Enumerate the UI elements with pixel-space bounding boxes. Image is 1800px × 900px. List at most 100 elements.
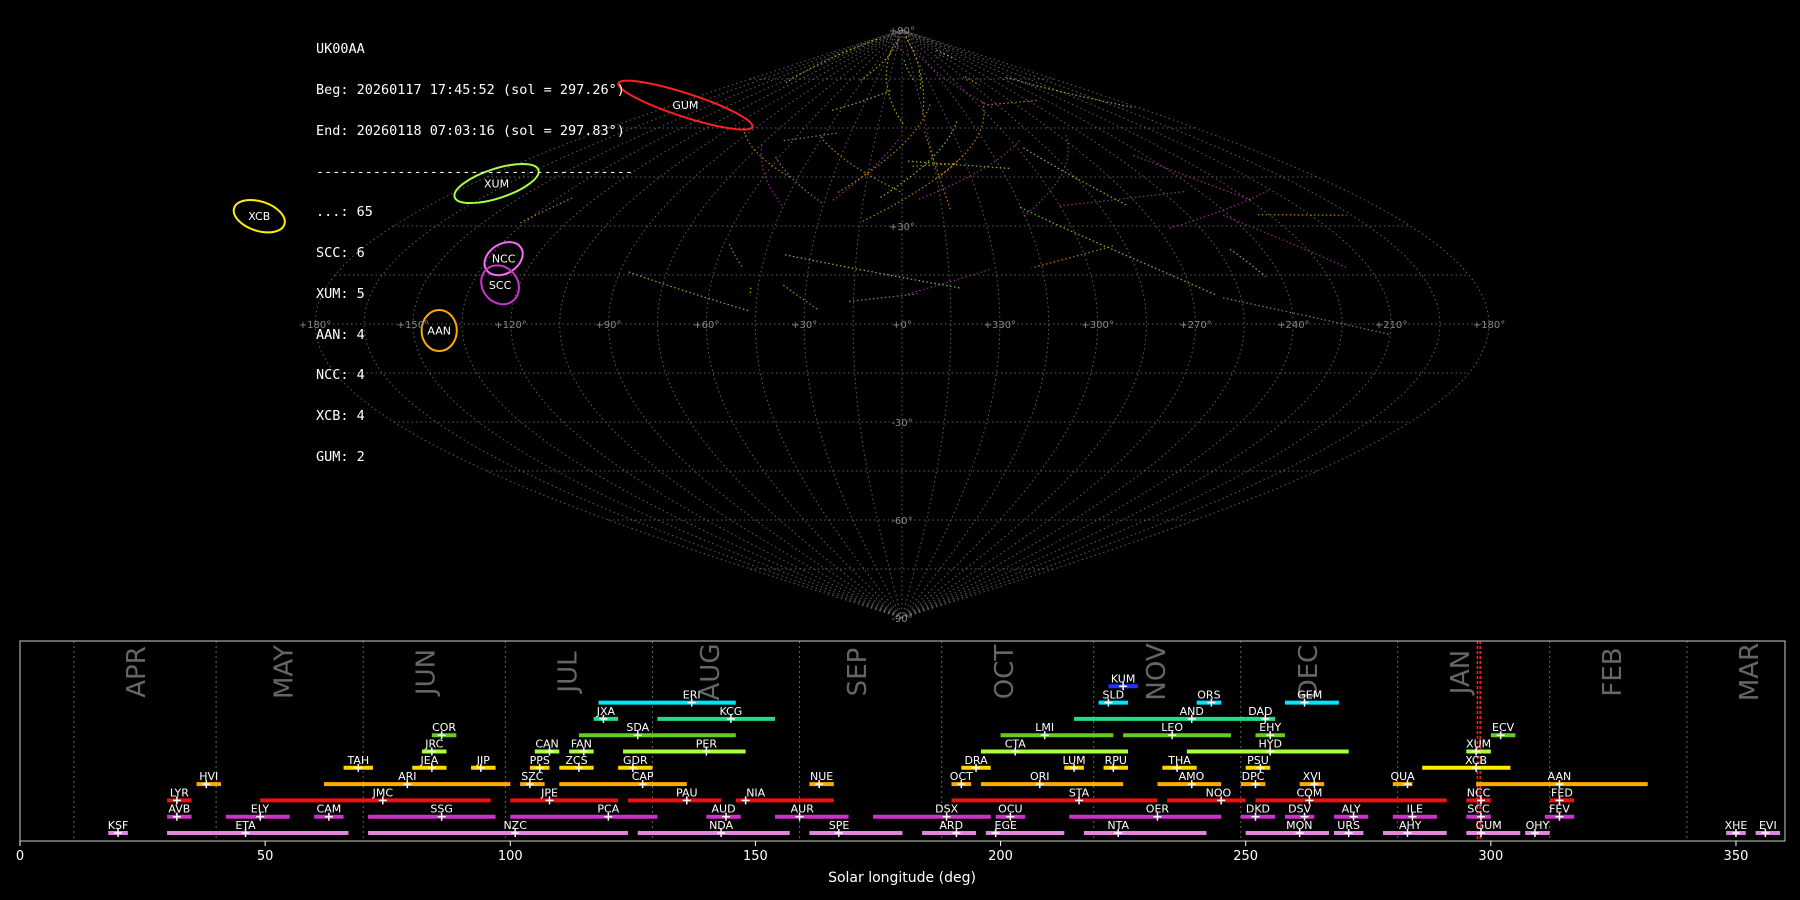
shower-bar-xvi: XVI bbox=[1299, 770, 1325, 789]
shower-label: COR bbox=[432, 721, 456, 734]
shower-label: PAU bbox=[676, 786, 698, 799]
shower-bar-dsx: DSX bbox=[873, 803, 991, 821]
shower-bar-ahy: AHY bbox=[1382, 819, 1447, 837]
shower-label: PSU bbox=[1247, 754, 1269, 767]
shower-bar-pca: PCA bbox=[510, 803, 658, 821]
shower-bar-qua: QUA bbox=[1390, 770, 1415, 789]
shower-bar-oct: OCT bbox=[950, 770, 973, 789]
shower-bar-nia: NIA bbox=[735, 786, 834, 805]
shower-bar-eta: ETA bbox=[167, 819, 349, 837]
shower-label: CAP bbox=[632, 770, 654, 783]
shower-bar-can: CAN bbox=[534, 738, 560, 756]
shower-label: AND bbox=[1180, 705, 1204, 718]
shower-bar-nue: NUE bbox=[809, 770, 834, 789]
shower-bar-jxa: JXA bbox=[593, 705, 619, 723]
shower-bar-pau: PAU bbox=[627, 786, 722, 805]
shower-label: NDA bbox=[709, 819, 734, 832]
shower-bar-xhe: XHE bbox=[1725, 819, 1747, 837]
shower-bar-szc: SZC bbox=[520, 770, 545, 789]
shower-label: NZC bbox=[503, 819, 527, 832]
shower-label: ECV bbox=[1492, 721, 1515, 734]
shower-bar-com: COM bbox=[1255, 786, 1447, 805]
shower-label: ELY bbox=[251, 803, 270, 816]
shower-bar-zcs: ZCS bbox=[559, 754, 594, 772]
shower-label: AMO bbox=[1179, 770, 1205, 783]
x-tick-label: 200 bbox=[988, 849, 1013, 864]
month-label: MAY bbox=[269, 645, 299, 699]
shower-bar-scc: SCC bbox=[1466, 803, 1491, 821]
x-axis: 0 50 100 150 200 250 300 350 bbox=[16, 841, 1749, 864]
shower-label: COM bbox=[1297, 786, 1323, 799]
shower-bar-urs: URS bbox=[1333, 819, 1364, 837]
month-label: JUL bbox=[554, 651, 584, 695]
shower-label: ZCS bbox=[565, 754, 587, 767]
shower-bar-ard: ARD bbox=[922, 819, 977, 837]
shower-bar-per: PER bbox=[623, 738, 746, 756]
shower-bars: KSF ETA NZC NDA SPE ARD EGE NTA MON URS AHY GUM OHY X… bbox=[108, 672, 1781, 837]
x-tick-label: 350 bbox=[1724, 849, 1749, 864]
shower-bar-fan: FAN bbox=[569, 738, 594, 756]
shower-bar-jrc: JRC bbox=[422, 738, 447, 756]
shower-label: DRA bbox=[964, 754, 988, 767]
shower-label: NCC bbox=[1467, 786, 1491, 799]
shower-label: NTA bbox=[1107, 819, 1129, 832]
shower-bar-leo: LEO bbox=[1123, 721, 1231, 740]
shower-bar-avb: AVB bbox=[167, 803, 192, 821]
shower-label: SCC bbox=[1467, 803, 1490, 816]
shower-bar-cap: CAP bbox=[559, 770, 687, 789]
shower-label: AVB bbox=[168, 803, 190, 816]
shower-bar-hyd: HYD bbox=[1186, 738, 1349, 756]
shower-bar-cam: CAM bbox=[314, 803, 344, 821]
shower-label: EGE bbox=[995, 819, 1017, 832]
shower-bar-ehy: EHY bbox=[1255, 721, 1285, 740]
shower-bar-aan: AAN bbox=[1476, 770, 1648, 789]
month-label: MAR bbox=[1735, 643, 1765, 701]
shower-bar-ely: ELY bbox=[225, 803, 290, 821]
shower-bar-noo: NOO bbox=[1167, 786, 1246, 805]
shower-bar-evi: EVI bbox=[1755, 819, 1781, 837]
shower-label: KCG bbox=[719, 705, 742, 718]
shower-label: ARI bbox=[398, 770, 416, 783]
shower-bar-ksf: KSF bbox=[108, 819, 128, 837]
shower-label: GUM bbox=[1476, 819, 1502, 832]
shower-label: SSG bbox=[430, 803, 453, 816]
shower-bar-cta: CTA bbox=[980, 738, 1129, 756]
shower-label: JXA bbox=[596, 705, 616, 718]
shower-bar-aur: AUR bbox=[775, 803, 849, 821]
shower-bar-ors: ORS bbox=[1196, 689, 1222, 707]
x-tick-label: 0 bbox=[16, 849, 24, 864]
shower-label: AAN bbox=[1548, 770, 1572, 783]
shower-label: LYR bbox=[170, 786, 189, 799]
shower-bar-ori: ORI bbox=[980, 770, 1124, 789]
shower-label: GDR bbox=[623, 754, 648, 767]
shower-label: OCT bbox=[950, 770, 973, 783]
shower-bar-sda: SDA bbox=[578, 721, 736, 740]
shower-bar-ari: ARI bbox=[323, 770, 511, 789]
shower-bar-jpe: JPE bbox=[510, 786, 619, 805]
shower-label: RPU bbox=[1105, 754, 1127, 767]
month-label: FEB bbox=[1598, 647, 1628, 696]
shower-bar-nda: NDA bbox=[637, 819, 790, 837]
shower-label: KUM bbox=[1111, 672, 1135, 685]
shower-label: ORS bbox=[1197, 689, 1220, 702]
shower-label: PER bbox=[696, 738, 718, 751]
x-tick-label: 50 bbox=[257, 849, 274, 864]
shower-timeline-chart: APR MAY JUN JUL AUG SEP OCT NOV DEC JAN FEB MAR KSF… bbox=[16, 640, 1786, 886]
shower-label: ERI bbox=[683, 689, 701, 702]
shower-bar-tha: THA bbox=[1162, 754, 1197, 772]
shower-bar-lyr: LYR bbox=[167, 786, 192, 805]
shower-label: STA bbox=[1069, 786, 1090, 799]
shower-bar-spe: SPE bbox=[809, 819, 903, 837]
shower-label: ILE bbox=[1407, 803, 1423, 816]
shower-bar-ocu: OCU bbox=[995, 803, 1026, 821]
shower-bar-lmi: LMI bbox=[1000, 721, 1114, 740]
shower-label: XCB bbox=[1465, 754, 1487, 767]
shower-bar-kcg: KCG bbox=[657, 705, 776, 723]
shower-label: JMC bbox=[372, 786, 394, 799]
shower-label: DAD bbox=[1248, 705, 1272, 718]
shower-label: PCA bbox=[597, 803, 619, 816]
shower-label: OCU bbox=[998, 803, 1022, 816]
shower-bar-fed: FED bbox=[1549, 786, 1575, 805]
shower-label: GEM bbox=[1297, 689, 1322, 702]
shower-label: FED bbox=[1551, 786, 1573, 799]
